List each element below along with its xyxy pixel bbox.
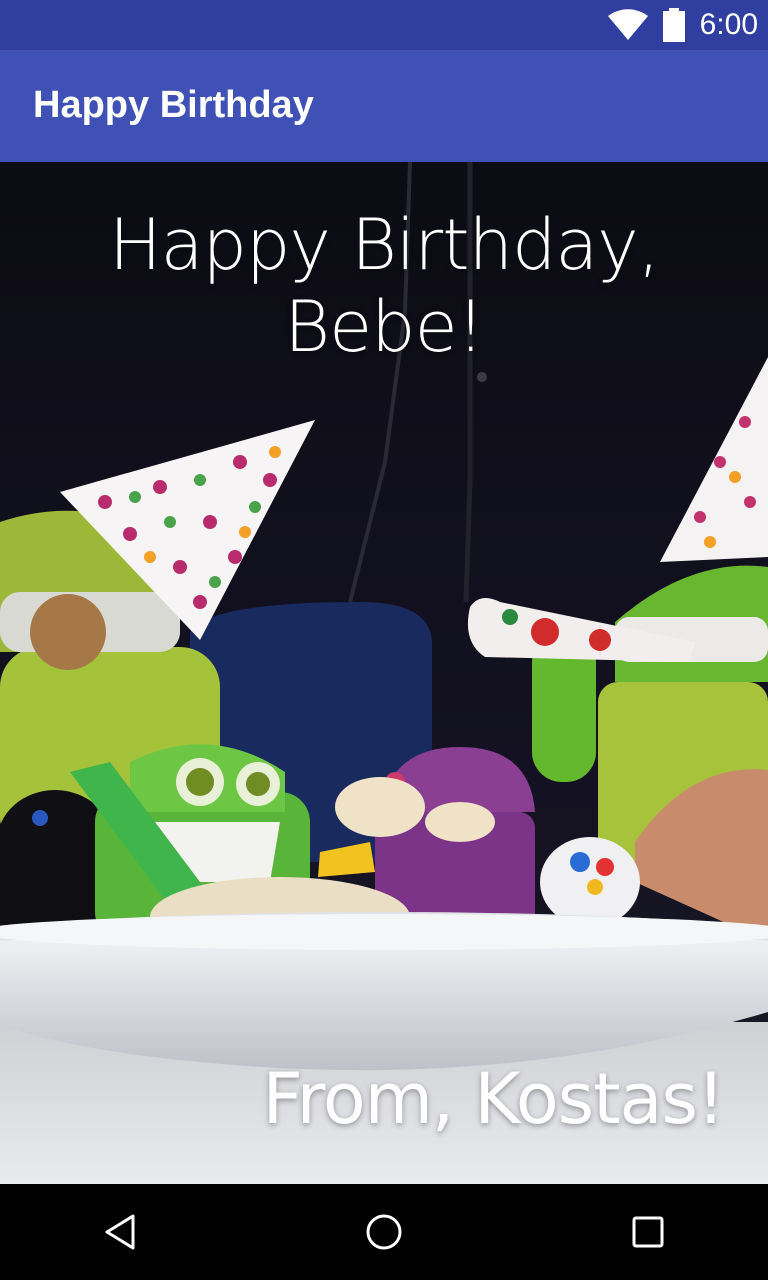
battery-icon: [662, 8, 685, 42]
app-title: Happy Birthday: [33, 84, 314, 126]
home-icon[interactable]: [364, 1212, 404, 1252]
greeting-text: Happy Birthday, Bebe!: [109, 204, 660, 368]
back-icon[interactable]: [100, 1212, 140, 1252]
navigation-bar: [0, 1184, 768, 1280]
status-icons: 6:00: [607, 0, 758, 50]
status-bar: 6:00: [0, 0, 768, 50]
recents-icon[interactable]: [628, 1212, 668, 1252]
app-bar: Happy Birthday: [0, 50, 768, 162]
wifi-icon: [607, 9, 648, 40]
signature-text: From, Kostas!: [262, 1058, 725, 1140]
birthday-card: Happy Birthday, Bebe! From, Kostas!: [0, 162, 768, 1184]
status-time: 6:00: [699, 8, 758, 41]
